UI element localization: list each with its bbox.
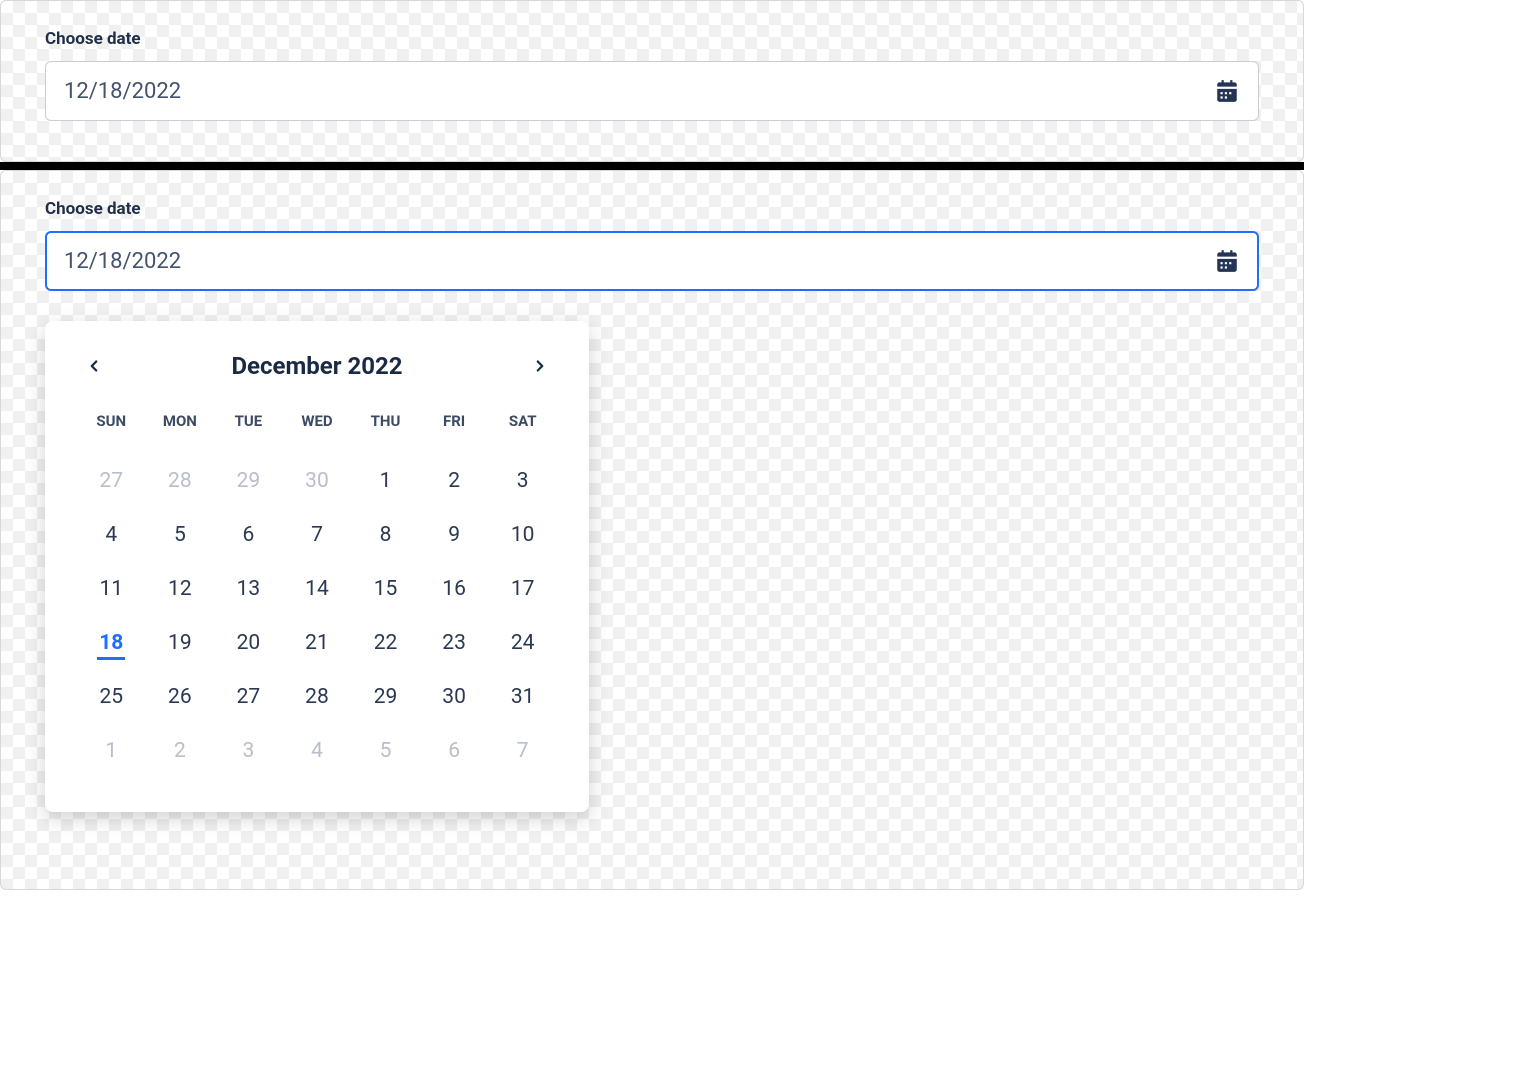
calendar-day[interactable]: 2 [420,454,489,508]
calendar-day[interactable]: 6 [420,724,489,778]
calendar-day[interactable]: 1 [351,454,420,508]
calendar-day[interactable]: 31 [488,670,557,724]
calendar-day[interactable]: 9 [420,508,489,562]
calendar-grid: SUNMONTUEWEDTHUFRISAT 272829301234567891… [77,411,557,778]
panel-divider [0,162,1304,170]
calendar-day[interactable]: 1 [77,724,146,778]
calendar-day[interactable]: 4 [77,508,146,562]
date-picker-closed-panel: Choose date [0,0,1304,162]
field-label: Choose date [45,199,1259,219]
weekday-header: FRI [420,411,489,454]
calendar-day[interactable]: 16 [420,562,489,616]
calendar-day[interactable]: 27 [77,454,146,508]
date-picker-open-panel: Choose date December 2022 SUNMONTUEWEDTH… [0,170,1304,890]
calendar-day[interactable]: 30 [420,670,489,724]
calendar-day[interactable]: 20 [214,616,283,670]
calendar-day[interactable]: 30 [283,454,352,508]
calendar-day[interactable]: 2 [146,724,215,778]
calendar-day[interactable]: 29 [351,670,420,724]
calendar-day[interactable]: 28 [283,670,352,724]
weekday-header: TUE [214,411,283,454]
calendar-popup: December 2022 SUNMONTUEWEDTHUFRISAT 2728… [45,321,589,812]
date-input[interactable] [62,78,1212,105]
calendar-day[interactable]: 10 [488,508,557,562]
calendar-day[interactable]: 14 [283,562,352,616]
calendar-day[interactable]: 19 [146,616,215,670]
calendar-day[interactable]: 4 [283,724,352,778]
calendar-day[interactable]: 22 [351,616,420,670]
weekday-header: SAT [488,411,557,454]
calendar-day[interactable]: 13 [214,562,283,616]
calendar-icon[interactable] [1212,76,1242,106]
calendar-day[interactable]: 7 [283,508,352,562]
next-month-button[interactable] [523,349,557,383]
calendar-day[interactable]: 3 [488,454,557,508]
calendar-day[interactable]: 24 [488,616,557,670]
calendar-icon[interactable] [1212,246,1242,276]
date-input[interactable] [62,248,1212,275]
weekday-header: WED [283,411,352,454]
weekday-header: MON [146,411,215,454]
calendar-day[interactable]: 12 [146,562,215,616]
date-input-wrapper[interactable] [45,231,1259,291]
calendar-day[interactable]: 15 [351,562,420,616]
calendar-day[interactable]: 28 [146,454,215,508]
calendar-day[interactable]: 5 [146,508,215,562]
prev-month-button[interactable] [77,349,111,383]
calendar-day[interactable]: 25 [77,670,146,724]
date-input-wrapper[interactable] [45,61,1259,121]
calendar-day[interactable]: 6 [214,508,283,562]
calendar-day[interactable]: 23 [420,616,489,670]
calendar-day[interactable]: 21 [283,616,352,670]
calendar-day[interactable]: 3 [214,724,283,778]
calendar-day[interactable]: 8 [351,508,420,562]
weekday-header: THU [351,411,420,454]
calendar-day[interactable]: 27 [214,670,283,724]
calendar-day[interactable]: 18 [77,616,146,670]
field-label: Choose date [45,29,1259,49]
calendar-day[interactable]: 26 [146,670,215,724]
calendar-header: December 2022 [77,349,557,383]
weekday-header: SUN [77,411,146,454]
calendar-day[interactable]: 11 [77,562,146,616]
calendar-day[interactable]: 29 [214,454,283,508]
calendar-day[interactable]: 7 [488,724,557,778]
calendar-day[interactable]: 17 [488,562,557,616]
calendar-title: December 2022 [111,352,523,380]
calendar-day[interactable]: 5 [351,724,420,778]
